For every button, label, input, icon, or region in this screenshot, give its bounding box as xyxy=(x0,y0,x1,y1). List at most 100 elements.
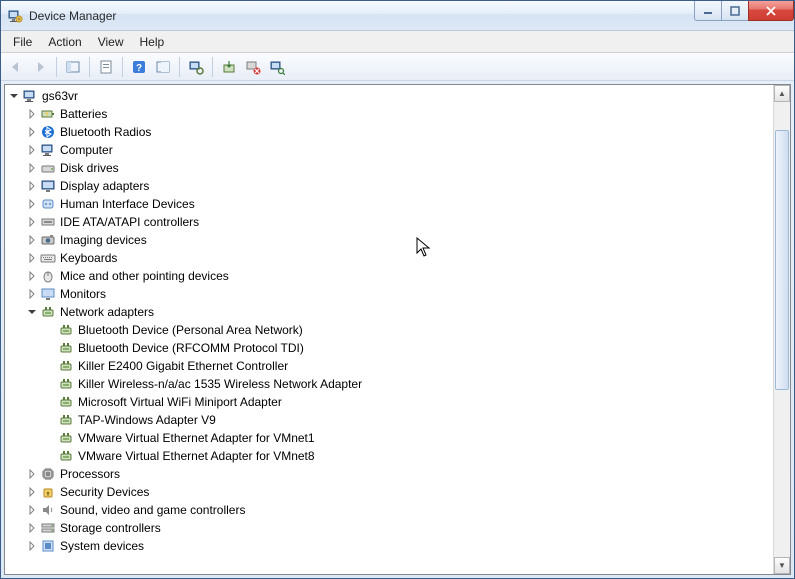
monitor-icon xyxy=(40,286,56,302)
scroll-thumb[interactable] xyxy=(775,130,789,390)
tree-category[interactable]: Mice and other pointing devices xyxy=(25,267,773,285)
tree-category-label: IDE ATA/ATAPI controllers xyxy=(60,213,199,231)
tree-category[interactable]: Disk drives xyxy=(25,159,773,177)
show-hide-console-tree-button[interactable] xyxy=(62,56,84,78)
tree-device-label: VMware Virtual Ethernet Adapter for VMne… xyxy=(78,429,315,447)
collapse-icon[interactable] xyxy=(25,305,39,319)
expand-icon[interactable] xyxy=(25,539,39,553)
expand-icon[interactable] xyxy=(25,503,39,517)
tree-device-label: VMware Virtual Ethernet Adapter for VMne… xyxy=(78,447,315,465)
expand-icon[interactable] xyxy=(25,269,39,283)
net-device-icon xyxy=(58,394,74,410)
tree-category[interactable]: Security Devices xyxy=(25,483,773,501)
tree-category[interactable]: Sound, video and game controllers xyxy=(25,501,773,519)
menu-action[interactable]: Action xyxy=(40,31,89,52)
expand-icon[interactable] xyxy=(25,233,39,247)
cpu-icon xyxy=(40,466,56,482)
tree-device[interactable]: ▷VMware Virtual Ethernet Adapter for VMn… xyxy=(43,429,773,447)
computer-icon xyxy=(22,88,38,104)
help-button[interactable]: ? xyxy=(128,56,150,78)
menubar: File Action View Help xyxy=(1,31,794,53)
storage-icon xyxy=(40,520,56,536)
svg-text:?: ? xyxy=(136,63,142,74)
window-controls xyxy=(695,1,794,21)
expand-icon[interactable] xyxy=(25,467,39,481)
properties-button[interactable] xyxy=(95,56,117,78)
forward-button[interactable] xyxy=(29,56,51,78)
security-icon xyxy=(40,484,56,500)
close-button[interactable] xyxy=(748,1,794,21)
tree-device[interactable]: ▷Bluetooth Device (RFCOMM Protocol TDI) xyxy=(43,339,773,357)
titlebar[interactable]: Device Manager xyxy=(1,1,794,31)
expand-icon[interactable] xyxy=(25,485,39,499)
expand-icon[interactable] xyxy=(25,215,39,229)
tree-category[interactable]: Imaging devices xyxy=(25,231,773,249)
toolbar-separator xyxy=(179,57,180,77)
mouse-icon xyxy=(40,268,56,284)
tree-category[interactable]: Keyboards xyxy=(25,249,773,267)
menu-file[interactable]: File xyxy=(5,31,40,52)
tree-category[interactable]: Display adapters xyxy=(25,177,773,195)
toolbar: ? xyxy=(1,53,794,81)
net-device-icon xyxy=(58,412,74,428)
tree-device[interactable]: ▷VMware Virtual Ethernet Adapter for VMn… xyxy=(43,447,773,465)
tree-device[interactable]: ▷TAP-Windows Adapter V9 xyxy=(43,411,773,429)
tree-root[interactable]: gs63vr xyxy=(7,87,773,105)
expand-icon[interactable] xyxy=(25,197,39,211)
scan-hardware-button[interactable] xyxy=(266,56,288,78)
tree-category[interactable]: Processors xyxy=(25,465,773,483)
expand-icon[interactable] xyxy=(25,125,39,139)
content-area: gs63vrBatteriesBluetooth RadiosComputerD… xyxy=(1,81,794,578)
expand-icon[interactable] xyxy=(25,251,39,265)
vertical-scrollbar[interactable]: ▲ ▼ xyxy=(773,85,790,574)
scroll-up-button[interactable]: ▲ xyxy=(774,85,790,102)
view-button[interactable] xyxy=(185,56,207,78)
tree-device[interactable]: ▷Killer Wireless-n/a/ac 1535 Wireless Ne… xyxy=(43,375,773,393)
uninstall-button[interactable] xyxy=(242,56,264,78)
toolbar-separator xyxy=(212,57,213,77)
tree-category[interactable]: Computer xyxy=(25,141,773,159)
tree-root-label: gs63vr xyxy=(42,87,78,105)
net-device-icon xyxy=(58,448,74,464)
expand-icon[interactable] xyxy=(25,107,39,121)
expand-icon[interactable] xyxy=(25,521,39,535)
net-device-icon xyxy=(58,358,74,374)
tree-category[interactable]: Monitors xyxy=(25,285,773,303)
expand-icon[interactable] xyxy=(25,179,39,193)
tree-category[interactable]: Human Interface Devices xyxy=(25,195,773,213)
device-manager-window: Device Manager File Action View Help xyxy=(0,0,795,579)
expand-icon[interactable] xyxy=(25,287,39,301)
update-driver-button[interactable] xyxy=(218,56,240,78)
toolbar-separator xyxy=(122,57,123,77)
menu-help[interactable]: Help xyxy=(132,31,173,52)
expand-icon[interactable] xyxy=(25,161,39,175)
tree-device[interactable]: ▷Killer E2400 Gigabit Ethernet Controlle… xyxy=(43,357,773,375)
tree-category[interactable]: IDE ATA/ATAPI controllers xyxy=(25,213,773,231)
tree-category-label: Disk drives xyxy=(60,159,119,177)
menu-view[interactable]: View xyxy=(90,31,132,52)
tree-category[interactable]: Bluetooth Radios xyxy=(25,123,773,141)
tree-category-label: Sound, video and game controllers xyxy=(60,501,245,519)
tree-category[interactable]: System devices xyxy=(25,537,773,555)
tree-device-label: Bluetooth Device (RFCOMM Protocol TDI) xyxy=(78,339,304,357)
tree-device-label: Killer Wireless-n/a/ac 1535 Wireless Net… xyxy=(78,375,362,393)
action-button[interactable] xyxy=(152,56,174,78)
tree-category[interactable]: Network adapters xyxy=(25,303,773,321)
minimize-button[interactable] xyxy=(694,1,722,21)
tree-category[interactable]: Storage controllers xyxy=(25,519,773,537)
bluetooth-icon xyxy=(40,124,56,140)
tree-device[interactable]: ▷Bluetooth Device (Personal Area Network… xyxy=(43,321,773,339)
tree-category[interactable]: Batteries xyxy=(25,105,773,123)
device-tree[interactable]: gs63vrBatteriesBluetooth RadiosComputerD… xyxy=(5,85,773,574)
hid-icon xyxy=(40,196,56,212)
tree-device[interactable]: ▷Microsoft Virtual WiFi Miniport Adapter xyxy=(43,393,773,411)
scroll-down-button[interactable]: ▼ xyxy=(774,557,790,574)
collapse-icon[interactable] xyxy=(7,89,21,103)
computer-icon xyxy=(40,142,56,158)
network-icon xyxy=(40,304,56,320)
net-device-icon xyxy=(58,430,74,446)
net-device-icon xyxy=(58,340,74,356)
expand-icon[interactable] xyxy=(25,143,39,157)
back-button[interactable] xyxy=(5,56,27,78)
maximize-button[interactable] xyxy=(721,1,749,21)
